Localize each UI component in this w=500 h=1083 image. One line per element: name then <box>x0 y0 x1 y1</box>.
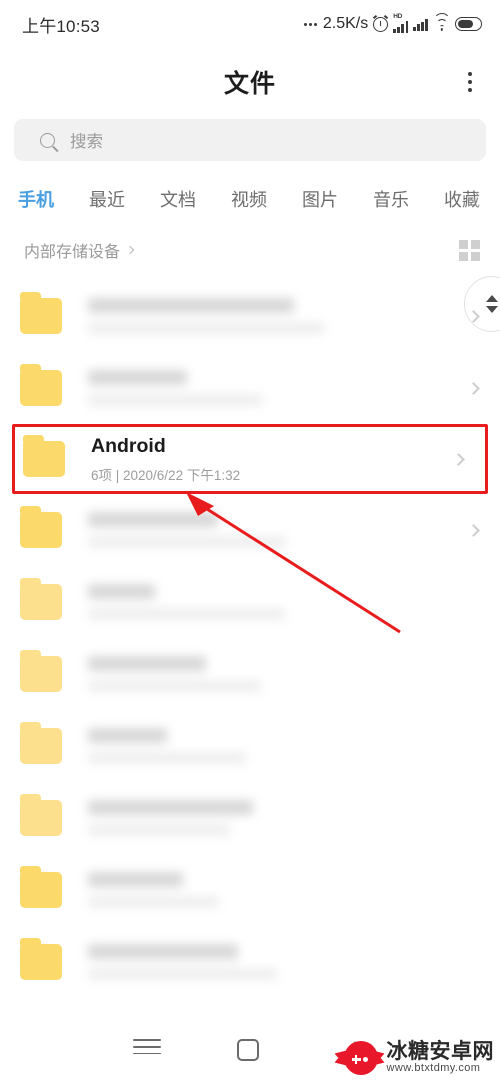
search-placeholder: 搜索 <box>70 133 103 151</box>
folder-icon <box>20 506 62 548</box>
list-item-android[interactable]: Android 6项 | 2020/6/22 下午1:32 <box>12 424 488 494</box>
watermark: 冰糖安卓网 www.btxtdmy.com <box>334 1041 495 1075</box>
folder-icon <box>20 794 62 836</box>
folder-icon <box>20 650 62 692</box>
redacted-text <box>88 656 482 692</box>
redacted-text <box>88 944 482 980</box>
category-tabs: 手机 最近 文档 视频 图片 音乐 收藏 <box>0 182 500 216</box>
hd-signal-icon: HD <box>393 13 409 33</box>
app-bar: 文件 <box>0 52 500 112</box>
status-time: 上午10:53 <box>22 16 100 36</box>
list-item[interactable] <box>0 782 500 854</box>
candy-gamepad-icon <box>334 1041 385 1075</box>
status-bar: 上午10:53 2.5K/s HD <box>0 0 500 48</box>
chevron-right-icon <box>125 245 135 255</box>
list-item[interactable] <box>0 280 500 352</box>
redacted-text <box>88 512 469 548</box>
tab-videos[interactable]: 视频 <box>231 186 267 212</box>
redacted-text <box>88 370 469 406</box>
grid-view-icon[interactable] <box>459 239 480 261</box>
folder-icon <box>20 364 62 406</box>
list-item[interactable] <box>0 494 500 566</box>
breadcrumb-label: 内部存储设备 <box>24 244 121 261</box>
battery-icon <box>455 17 482 31</box>
list-item-title: Android <box>91 435 166 457</box>
redacted-text <box>88 584 482 620</box>
tab-music[interactable]: 音乐 <box>373 186 409 212</box>
folder-icon <box>20 292 62 334</box>
redacted-text <box>88 800 482 836</box>
folder-icon <box>20 722 62 764</box>
watermark-site-name: 冰糖安卓网 <box>386 1040 494 1064</box>
page-title: 文件 <box>223 70 276 98</box>
folder-icon <box>20 866 62 908</box>
list-item[interactable] <box>0 566 500 638</box>
list-item[interactable] <box>0 854 500 926</box>
tab-images[interactable]: 图片 <box>302 186 338 212</box>
status-icons: 2.5K/s HD <box>303 12 482 33</box>
tab-recent[interactable]: 最近 <box>89 186 125 212</box>
chevron-right-icon <box>467 523 480 537</box>
breadcrumb-bar: 内部存储设备 <box>0 230 500 270</box>
breadcrumb[interactable]: 内部存储设备 <box>24 238 135 262</box>
tab-documents[interactable]: 文档 <box>160 186 196 212</box>
list-item-text: Android 6项 | 2020/6/22 下午1:32 <box>91 434 454 484</box>
wifi-icon <box>433 12 450 31</box>
chevron-right-icon <box>467 381 480 395</box>
watermark-text: 冰糖安卓网 www.btxtdmy.com <box>387 1041 495 1075</box>
search-input[interactable]: 搜索 <box>14 119 486 161</box>
search-icon <box>40 132 55 148</box>
folder-icon <box>20 938 62 980</box>
file-list: Android 6项 | 2020/6/22 下午1:32 <box>0 280 500 1002</box>
redacted-text <box>88 872 482 908</box>
list-item[interactable] <box>0 638 500 710</box>
square-icon[interactable] <box>237 1039 259 1061</box>
tab-phone[interactable]: 手机 <box>18 186 54 212</box>
network-speed-label: 2.5K/s <box>322 15 369 32</box>
menu-icon[interactable] <box>133 1039 161 1059</box>
list-item[interactable] <box>0 926 500 998</box>
list-item[interactable] <box>0 710 500 782</box>
list-item-meta: 6项 | 2020/6/22 下午1:32 <box>91 468 241 483</box>
more-vertical-icon[interactable] <box>462 66 478 98</box>
redacted-text <box>88 298 469 334</box>
watermark-url: www.btxtdmy.com <box>386 1062 481 1075</box>
list-item[interactable] <box>0 352 500 424</box>
three-dots-icon <box>303 22 317 26</box>
tab-favorites[interactable]: 收藏 <box>444 186 480 212</box>
alarm-clock-icon <box>373 16 389 32</box>
redacted-text <box>88 728 482 764</box>
folder-icon <box>23 435 65 477</box>
folder-icon <box>20 578 62 620</box>
signal-icon <box>413 18 428 31</box>
chevron-right-icon <box>467 309 480 323</box>
chevron-right-icon <box>452 452 465 466</box>
